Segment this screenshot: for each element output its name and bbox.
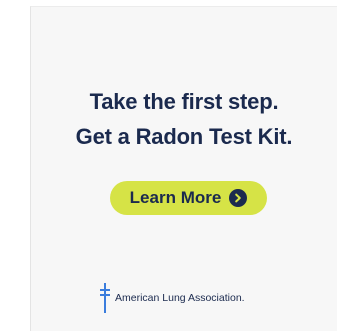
learn-more-label: Learn More [129, 188, 222, 207]
headline-line-2: Get a Radon Test Kit. [75, 124, 293, 149]
arrow-right-circle-icon [229, 189, 248, 207]
american-lung-association-logo[interactable]: American Lung Association. [98, 282, 245, 314]
ad-banner[interactable]: Take the first step. Get a Radon Test Ki… [30, 6, 337, 331]
logo-text: American Lung Association. [115, 292, 245, 304]
double-barred-cross-icon [98, 282, 112, 314]
headline-line-1: Take the first step. [89, 89, 279, 114]
learn-more-button[interactable]: Learn More [110, 181, 267, 215]
